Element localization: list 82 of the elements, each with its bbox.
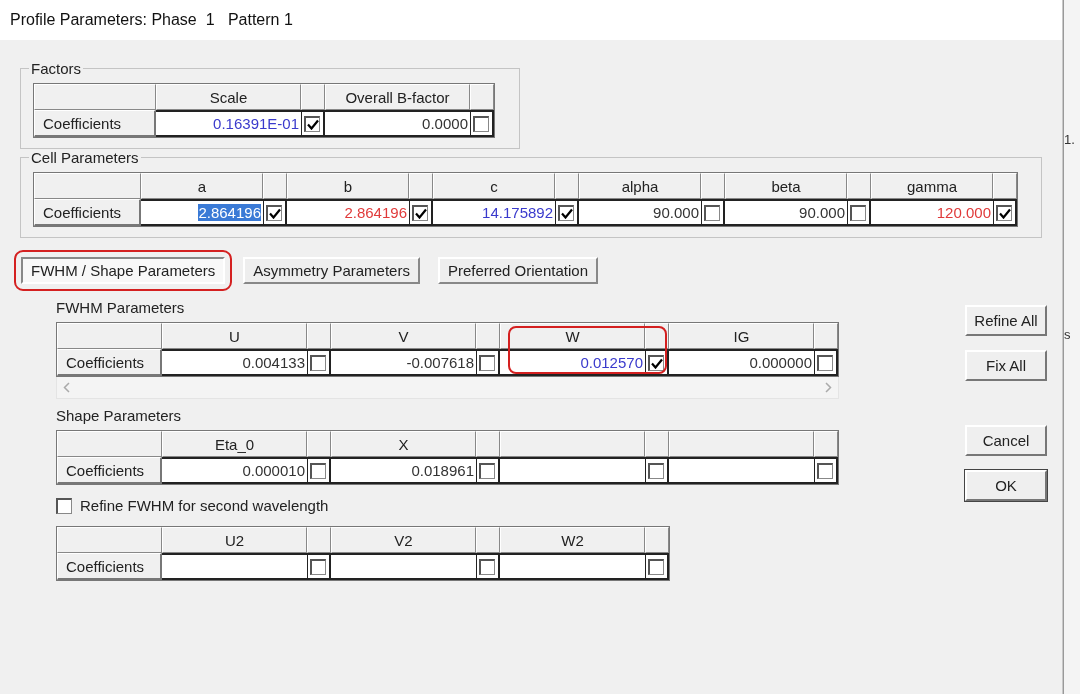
- refine-checkbox[interactable]: [412, 204, 428, 221]
- checkbox-label: Refine FWHM for second wavelength: [80, 497, 329, 514]
- value-field[interactable]: 0.004133: [162, 349, 307, 376]
- column-header: U: [162, 323, 307, 349]
- value-field[interactable]: 0.000000: [669, 349, 814, 376]
- check-icon: [414, 207, 427, 219]
- column-header: a: [141, 173, 263, 199]
- check-icon: [650, 357, 663, 369]
- column-header: beta: [725, 173, 847, 199]
- column-header: Overall B-factor: [325, 84, 470, 110]
- section-title: FWHM Parameters: [56, 299, 186, 316]
- background-text: s: [1064, 327, 1071, 342]
- row-header: Coefficients: [57, 349, 162, 376]
- column-header: W: [500, 323, 645, 349]
- refine-checkbox[interactable]: [704, 204, 720, 221]
- column-header: W2: [500, 527, 645, 553]
- value-field[interactable]: 0.012570: [500, 349, 645, 376]
- value-field[interactable]: [162, 553, 307, 580]
- value-field[interactable]: 120.000: [871, 199, 993, 226]
- row-header: Coefficients: [34, 110, 156, 137]
- value-field[interactable]: 0.018961: [331, 457, 476, 484]
- column-header: b: [287, 173, 409, 199]
- refine-checkbox[interactable]: [817, 354, 833, 371]
- value-field[interactable]: 0.0000: [325, 110, 470, 137]
- value-field[interactable]: 2.864196: [287, 199, 409, 226]
- refine-checkbox[interactable]: [817, 462, 833, 479]
- row-header: Coefficients: [57, 553, 162, 580]
- column-header: IG: [669, 323, 814, 349]
- tab[interactable]: Asymmetry Parameters: [243, 257, 420, 284]
- value-field[interactable]: [500, 553, 645, 580]
- column-header: U2: [162, 527, 307, 553]
- refine-checkbox[interactable]: [310, 462, 326, 479]
- value-field[interactable]: [331, 553, 476, 580]
- refine-checkbox[interactable]: [996, 204, 1012, 221]
- section-title: Shape Parameters: [56, 407, 183, 424]
- refine-checkbox[interactable]: [558, 204, 574, 221]
- value-field[interactable]: -0.007618: [331, 349, 476, 376]
- refine-button[interactable]: Fix All: [965, 350, 1047, 381]
- refine-button[interactable]: Refine All: [965, 305, 1047, 336]
- refine-checkbox[interactable]: [479, 462, 495, 479]
- column-header: X: [331, 431, 476, 457]
- window-title: Profile Parameters: Phase 1 Pattern 1: [0, 0, 1062, 40]
- value-field[interactable]: 90.000: [579, 199, 701, 226]
- group-title: Cell Parameters: [30, 149, 140, 166]
- row-header: Coefficients: [34, 199, 141, 226]
- value-field[interactable]: 14.175892: [433, 199, 555, 226]
- column-header: alpha: [579, 173, 701, 199]
- check-icon: [268, 207, 281, 219]
- column-header: Scale: [156, 84, 301, 110]
- check-icon: [998, 207, 1011, 219]
- background-text: 1.: [1064, 132, 1075, 147]
- refine-checkbox[interactable]: [648, 462, 664, 479]
- refine-checkbox[interactable]: [479, 558, 495, 575]
- value-field[interactable]: [669, 457, 814, 484]
- tab[interactable]: Preferred Orientation: [437, 257, 598, 284]
- refine-checkbox[interactable]: [310, 354, 326, 371]
- column-header: Eta_0: [162, 431, 307, 457]
- refine-checkbox[interactable]: [310, 558, 326, 575]
- column-header: V2: [331, 527, 476, 553]
- value-field[interactable]: 2.864196: [141, 199, 263, 226]
- refine-checkbox[interactable]: [266, 204, 282, 221]
- refine-checkbox[interactable]: [473, 115, 489, 132]
- value-field[interactable]: 0.16391E-01: [156, 110, 301, 137]
- refine-checkbox[interactable]: [304, 115, 320, 132]
- column-header: V: [331, 323, 476, 349]
- refine-checkbox[interactable]: [648, 354, 664, 371]
- row-header: Coefficients: [57, 457, 162, 484]
- dialog-button[interactable]: OK: [965, 470, 1047, 501]
- check-icon: [306, 118, 319, 130]
- check-icon: [560, 207, 573, 219]
- column-header: gamma: [871, 173, 993, 199]
- dialog-button[interactable]: Cancel: [965, 425, 1047, 456]
- value-field[interactable]: 90.000: [725, 199, 847, 226]
- refine-checkbox[interactable]: [648, 558, 664, 575]
- checkbox[interactable]: [56, 497, 72, 514]
- column-header: c: [433, 173, 555, 199]
- value-field[interactable]: [500, 457, 645, 484]
- group-title: Factors: [30, 60, 82, 77]
- refine-checkbox[interactable]: [479, 354, 495, 371]
- tab[interactable]: FWHM / Shape Parameters: [21, 257, 226, 284]
- refine-checkbox[interactable]: [850, 204, 866, 221]
- value-field[interactable]: 0.000010: [162, 457, 307, 484]
